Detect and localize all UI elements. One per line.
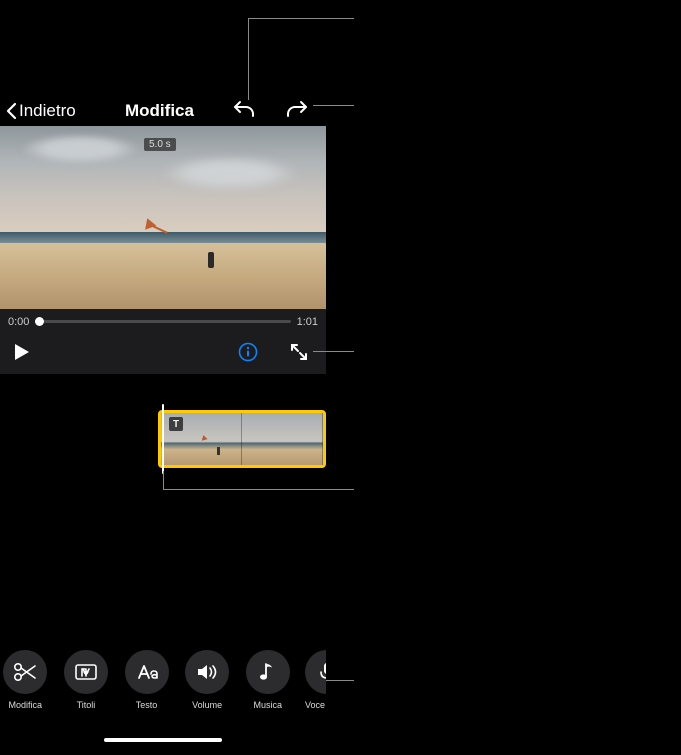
timeline[interactable]: T (158, 410, 326, 468)
tool-label: Modifica (9, 700, 43, 710)
page-title: Modifica (125, 101, 194, 121)
home-indicator[interactable] (104, 738, 222, 742)
back-button[interactable]: Indietro (6, 101, 76, 121)
redo-icon (285, 98, 309, 120)
music-note-icon (258, 661, 278, 683)
title-indicator-badge: T (169, 417, 183, 431)
fullscreen-icon (290, 343, 308, 361)
redo-button[interactable] (285, 98, 309, 125)
undo-icon (232, 98, 256, 120)
play-button[interactable] (14, 343, 30, 366)
fullscreen-button[interactable] (290, 343, 308, 366)
callout-line (326, 680, 354, 681)
tool-label: Voce (305, 700, 325, 710)
playback-controls (0, 334, 326, 374)
text-icon (135, 662, 159, 682)
scrubber-total-time: 1:01 (297, 316, 318, 328)
tool-label: Titoli (77, 700, 96, 710)
edit-toolbar: Modifica Titoli Testo (0, 650, 326, 720)
tool-label: Testo (136, 700, 158, 710)
title-frame-icon (74, 662, 98, 682)
tool-label: Musica (253, 700, 282, 710)
top-bar: Indietro Modifica (0, 96, 326, 126)
callout-line (248, 18, 249, 100)
speaker-icon (195, 662, 219, 682)
scrubber-thumb[interactable] (35, 317, 44, 326)
tool-testo[interactable]: Testo (123, 650, 170, 710)
tool-musica[interactable]: Musica (244, 650, 291, 710)
info-button[interactable] (238, 342, 258, 367)
tool-voce[interactable]: Voce (305, 650, 326, 710)
tool-label: Volume (192, 700, 222, 710)
callout-line (313, 105, 354, 106)
scrubber-current-time: 0:00 (8, 316, 29, 328)
tool-volume[interactable]: Volume (184, 650, 231, 710)
timeline-playhead[interactable] (162, 404, 164, 474)
tool-modifica[interactable]: Modifica (2, 650, 49, 710)
play-icon (14, 343, 30, 361)
undo-button[interactable] (232, 98, 256, 125)
chevron-left-icon (6, 102, 17, 120)
video-preview[interactable] (0, 126, 326, 309)
back-label: Indietro (19, 101, 76, 121)
callout-line (163, 471, 164, 489)
callout-line (163, 489, 354, 490)
info-icon (238, 342, 258, 362)
scissors-icon (13, 662, 37, 682)
tool-titoli[interactable]: Titoli (63, 650, 110, 710)
callout-line (313, 351, 354, 352)
scrubber-track[interactable] (35, 320, 290, 323)
callout-line (248, 18, 354, 19)
clip-thumbnail (242, 413, 323, 465)
timeline-clip[interactable]: T (158, 410, 326, 468)
playback-scrubber[interactable]: 0:00 1:01 (0, 309, 326, 334)
clip-duration-badge: 5.0 s (144, 138, 176, 151)
mic-icon (318, 661, 326, 683)
